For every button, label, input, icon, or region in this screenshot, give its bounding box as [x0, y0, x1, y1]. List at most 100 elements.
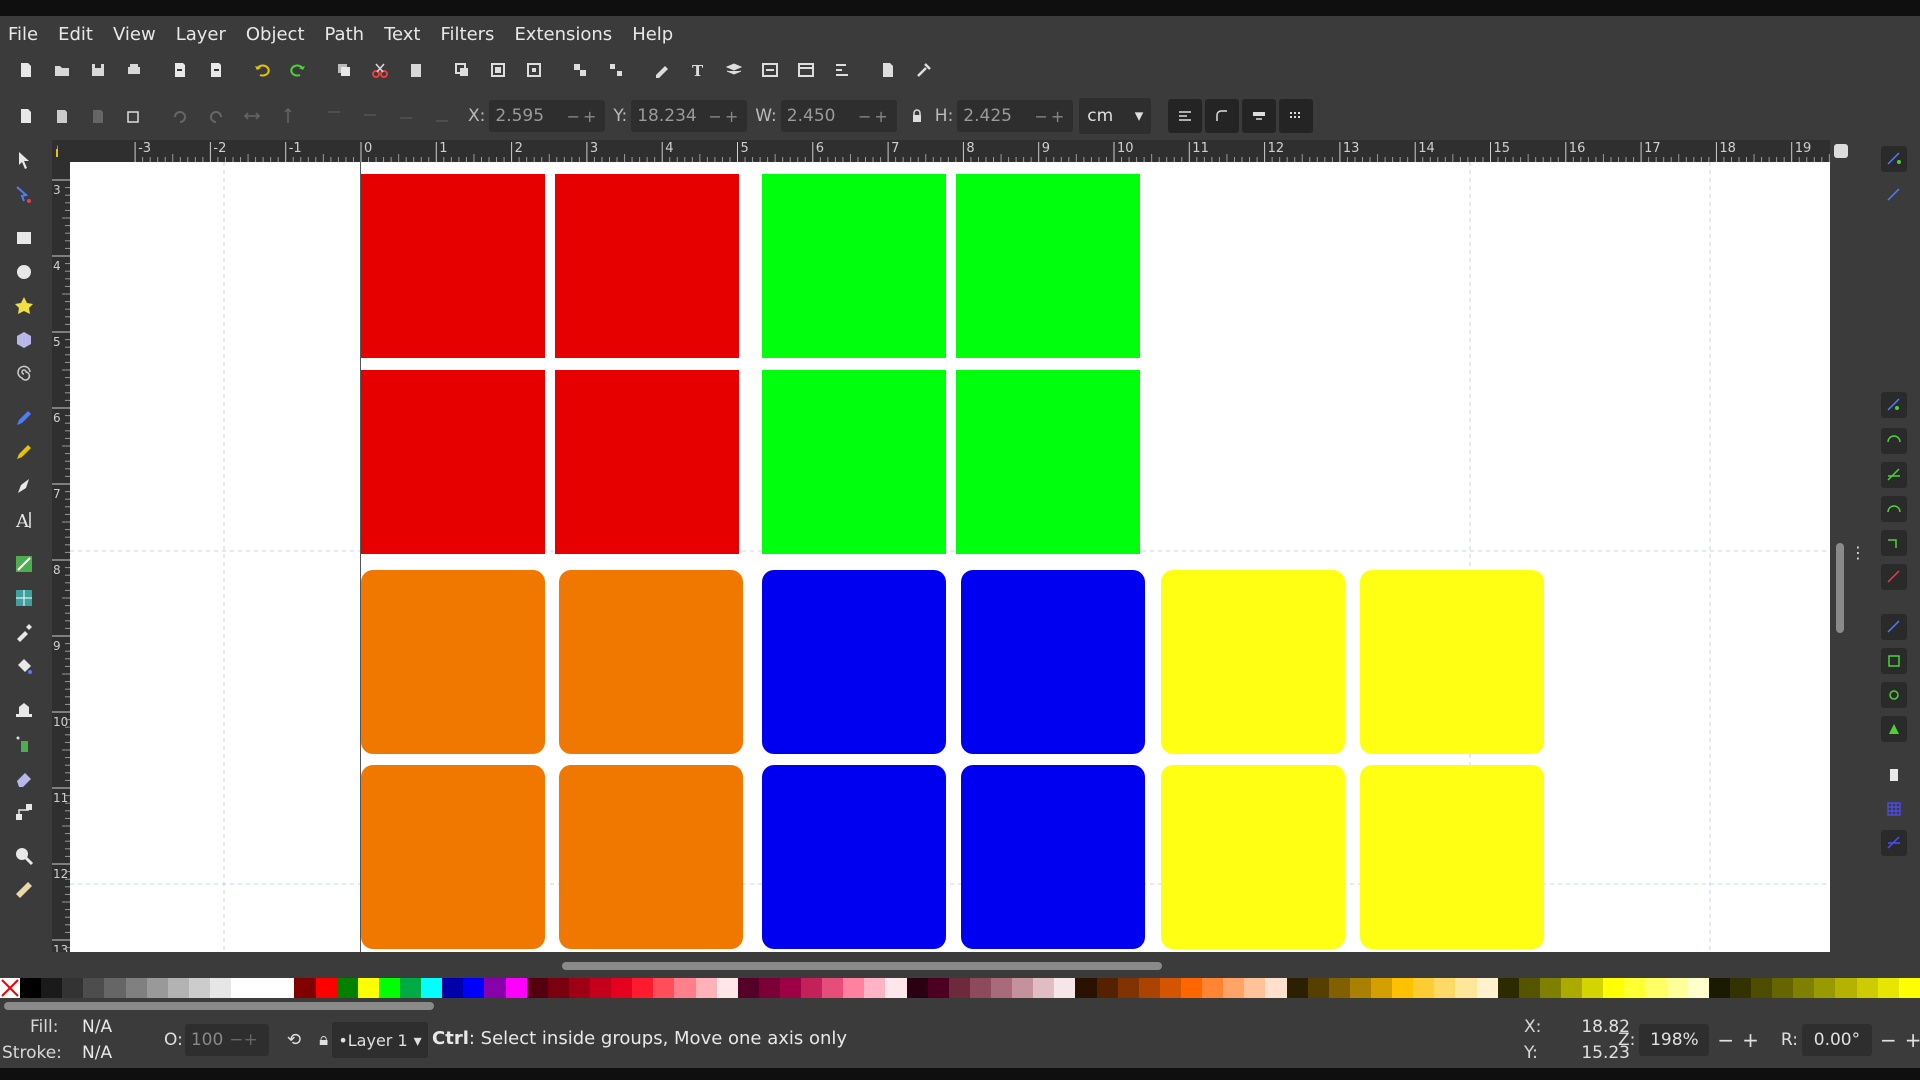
node-tool[interactable]	[10, 180, 38, 208]
green-square-2[interactable]	[956, 174, 1140, 358]
palette-swatch[interactable]	[20, 978, 42, 998]
palette-swatch[interactable]	[125, 978, 147, 998]
palette-swatch[interactable]	[1371, 978, 1393, 998]
palette-swatch[interactable]	[1033, 978, 1055, 998]
lock-layer-icon[interactable]: 🔒︎	[319, 1030, 328, 1050]
palette-swatch[interactable]	[1265, 978, 1287, 998]
pencil-tool[interactable]	[10, 404, 38, 432]
palette-swatch[interactable]	[801, 978, 823, 998]
transform-gradients-toggle[interactable]	[1242, 99, 1277, 133]
rotate-minus-button[interactable]: −	[1880, 1028, 1897, 1052]
zoom-tool[interactable]	[10, 842, 38, 870]
h-input[interactable]: 2.425 −+	[957, 100, 1074, 132]
rotate-ccw-button[interactable]	[166, 102, 194, 130]
palette-swatch[interactable]	[505, 978, 527, 998]
palette-swatch[interactable]	[632, 978, 654, 998]
palette-swatch[interactable]	[62, 978, 84, 998]
vertical-scrollbar[interactable]: ⋮	[1830, 140, 1866, 952]
palette-scrollbar[interactable]	[4, 1002, 434, 1010]
palette-swatch[interactable]	[885, 978, 907, 998]
red-square-1[interactable]	[361, 174, 545, 358]
w-stepper[interactable]: −+	[858, 107, 891, 126]
zoom-out-button[interactable]: −	[1717, 1028, 1734, 1052]
palette-swatch[interactable]	[1560, 978, 1583, 998]
palette-swatch[interactable]	[1877, 978, 1899, 998]
toggle-visibility-icon[interactable]: ⟲	[287, 1030, 301, 1050]
blue-square-1[interactable]	[762, 570, 946, 754]
paint-bucket-tool[interactable]	[10, 652, 38, 680]
palette-swatch[interactable]	[1349, 978, 1371, 998]
rotate-cw-button[interactable]	[202, 102, 230, 130]
import-button[interactable]	[166, 56, 194, 84]
snap-centers-toggle[interactable]	[1881, 648, 1907, 674]
palette-swatch[interactable]	[1328, 978, 1350, 998]
menu-path[interactable]: Path	[315, 24, 375, 45]
palette-swatch[interactable]	[948, 978, 970, 998]
duplicate-button[interactable]	[448, 56, 476, 84]
snap-object-midpoints-toggle[interactable]	[1881, 614, 1907, 640]
menu-filters[interactable]: Filters	[430, 24, 504, 45]
open-button[interactable]	[48, 56, 76, 84]
deselect-button[interactable]	[84, 102, 112, 130]
calligraphy-tool[interactable]	[10, 472, 38, 500]
palette-swatch[interactable]	[1582, 978, 1604, 998]
palette-swatch[interactable]	[104, 978, 126, 998]
yellow-square-4[interactable]	[1360, 765, 1544, 949]
unit-dropdown[interactable]: cm ▾	[1079, 98, 1152, 134]
spiral-tool[interactable]	[10, 360, 38, 388]
palette-swatch[interactable]	[336, 978, 358, 998]
snap-toggle[interactable]	[1881, 146, 1907, 172]
group-button[interactable]	[566, 56, 594, 84]
select-all-layers-button[interactable]	[48, 102, 76, 130]
connector-tool[interactable]	[10, 798, 38, 826]
palette-swatch[interactable]	[1856, 978, 1878, 998]
orange-square-1[interactable]	[361, 570, 545, 754]
snap-paths-toggle[interactable]	[1881, 428, 1907, 454]
palette-swatch[interactable]	[695, 978, 717, 998]
palette-swatch[interactable]	[1054, 978, 1076, 998]
menu-extensions[interactable]: Extensions	[504, 24, 622, 45]
palette-swatch[interactable]	[1497, 978, 1519, 998]
palette-swatch[interactable]	[1476, 978, 1498, 998]
fill-stroke-indicator[interactable]: Fill: N/A Stroke: N/A	[2, 1014, 112, 1066]
zoom-input[interactable]: 198%	[1639, 1024, 1710, 1056]
snap-guides-toggle[interactable]	[1881, 830, 1907, 856]
xml-editor-button[interactable]	[756, 56, 784, 84]
palette-swatch[interactable]	[547, 978, 569, 998]
horizontal-scrollbar[interactable]	[70, 952, 1830, 978]
redo-button[interactable]	[284, 56, 312, 84]
palette-swatch[interactable]	[779, 978, 802, 998]
snap-smooth-toggle[interactable]	[1881, 530, 1907, 556]
save-button[interactable]	[84, 56, 112, 84]
snap-rotation-center-toggle[interactable]	[1881, 682, 1907, 708]
palette-swatch[interactable]	[484, 978, 506, 998]
objects-button[interactable]	[792, 56, 820, 84]
x-stepper[interactable]: −+	[567, 107, 600, 126]
snap-cusp-toggle[interactable]	[1881, 496, 1907, 522]
menu-layer[interactable]: Layer	[166, 24, 236, 45]
palette-swatch[interactable]	[843, 978, 865, 998]
palette-swatch[interactable]	[1624, 978, 1646, 998]
palette-swatch[interactable]	[1181, 978, 1203, 998]
dropper-tool[interactable]	[10, 618, 38, 646]
star-tool[interactable]	[10, 292, 38, 320]
palette-swatch[interactable]	[463, 978, 485, 998]
palette-swatch[interactable]	[1835, 978, 1857, 998]
palette-swatch[interactable]	[1539, 978, 1561, 998]
palette-swatch[interactable]	[1392, 978, 1414, 998]
yellow-square-2[interactable]	[1360, 570, 1544, 754]
palette-swatch[interactable]	[167, 978, 189, 998]
blue-square-3[interactable]	[762, 765, 946, 949]
tweak-tool[interactable]	[10, 696, 38, 724]
ellipse-tool[interactable]	[10, 258, 38, 286]
unlink-clone-button[interactable]	[520, 56, 548, 84]
palette-swatch[interactable]	[1244, 978, 1266, 998]
drawing-canvas[interactable]	[70, 162, 1830, 952]
palette-swatch[interactable]	[568, 978, 590, 998]
ungroup-button[interactable]	[602, 56, 630, 84]
lower-to-bottom-button[interactable]	[428, 102, 456, 130]
clone-button[interactable]	[484, 56, 512, 84]
undo-button[interactable]	[248, 56, 276, 84]
snap-page-toggle[interactable]	[1881, 762, 1907, 788]
menu-view[interactable]: View	[103, 24, 166, 45]
